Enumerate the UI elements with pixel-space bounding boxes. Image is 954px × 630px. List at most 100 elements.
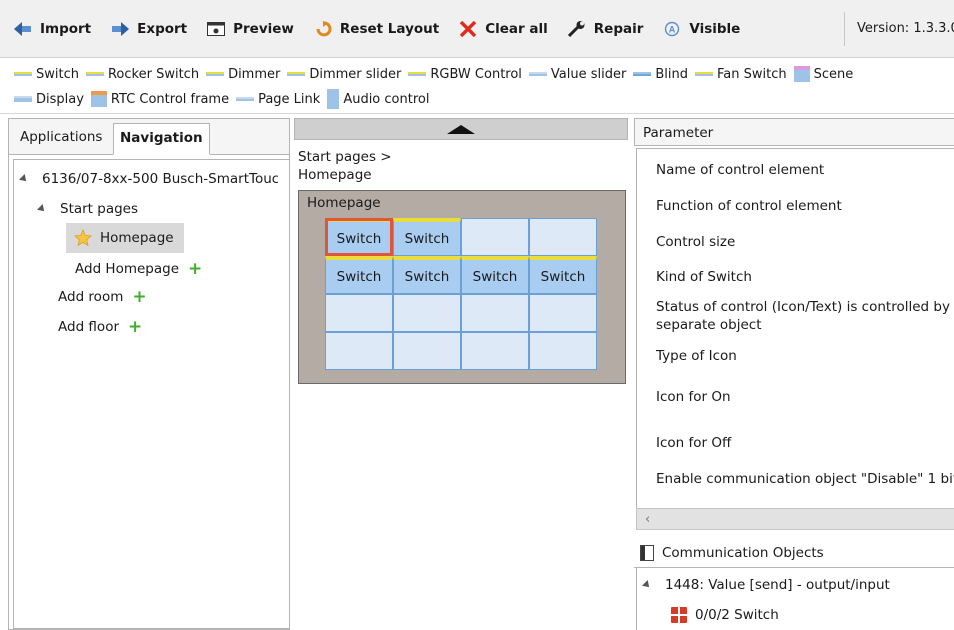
preview-button[interactable]: Preview bbox=[193, 18, 300, 40]
palette-item-rocker-switch[interactable]: Rocker Switch bbox=[85, 67, 199, 82]
palette-item-display[interactable]: Display bbox=[14, 92, 84, 107]
close-icon bbox=[459, 20, 477, 38]
navigation-tree: 6136/07-8xx-500 Busch-SmartTouch Start p… bbox=[13, 159, 289, 629]
blind-swatch-icon bbox=[633, 72, 652, 76]
export-icon bbox=[111, 21, 130, 37]
breadcrumb: Start pages > Homepage bbox=[298, 149, 392, 183]
expand-triangle-icon[interactable] bbox=[37, 204, 47, 214]
fan-swatch-icon bbox=[695, 72, 713, 76]
switch-tile[interactable]: Switch bbox=[461, 256, 529, 294]
import-icon bbox=[14, 21, 32, 37]
parameter-panel: Parameter Name of control element Functi… bbox=[634, 118, 954, 630]
empty-tile[interactable] bbox=[529, 294, 597, 332]
chevron-left-icon[interactable]: ‹ bbox=[645, 512, 650, 527]
tile-grid: Switch Switch Switch Switch Switch Switch bbox=[325, 218, 601, 370]
switch-swatch-icon bbox=[14, 72, 32, 76]
empty-tile[interactable] bbox=[393, 294, 461, 332]
scroll-up-bar[interactable] bbox=[294, 118, 628, 140]
panel-tabs: Applications Navigation bbox=[9, 119, 289, 155]
communication-objects-header: Communication Objects bbox=[634, 538, 954, 568]
empty-tile[interactable] bbox=[393, 332, 461, 370]
empty-tile[interactable] bbox=[325, 332, 393, 370]
empty-tile[interactable] bbox=[461, 332, 529, 370]
switch-tile[interactable]: Switch bbox=[325, 218, 393, 256]
switch-tile[interactable]: Switch bbox=[393, 256, 461, 294]
visible-icon: A bbox=[663, 21, 681, 37]
empty-tile[interactable] bbox=[461, 218, 529, 256]
expand-triangle-icon[interactable] bbox=[642, 580, 652, 590]
rocker-swatch-icon bbox=[85, 72, 104, 76]
import-button[interactable]: Import bbox=[0, 18, 97, 40]
display-swatch-icon bbox=[14, 96, 32, 102]
expand-triangle-icon[interactable] bbox=[19, 174, 29, 184]
empty-tile[interactable] bbox=[325, 294, 393, 332]
parameter-header: Parameter bbox=[634, 118, 954, 146]
toolbar-buttons: Import Export Preview Reset Layout Clear… bbox=[0, 18, 746, 40]
page-title: Homepage bbox=[307, 195, 381, 211]
main-toolbar: Import Export Preview Reset Layout Clear… bbox=[0, 0, 954, 58]
dimmer-swatch-icon bbox=[206, 72, 225, 76]
palette-item-audio-control[interactable]: Audio control bbox=[327, 89, 429, 109]
rtc-swatch-icon bbox=[90, 91, 107, 107]
version-label: Version: 1.3.3.0 bbox=[844, 12, 954, 46]
palette-row-1: Switch Rocker Switch Dimmer Dimmer slide… bbox=[14, 64, 860, 84]
wrench-icon bbox=[567, 21, 586, 38]
horizontal-scrollbar[interactable]: ‹ bbox=[636, 508, 954, 530]
chevron-up-icon[interactable] bbox=[447, 125, 475, 134]
param-function[interactable]: Function of control element bbox=[656, 197, 842, 215]
group-address-icon bbox=[671, 607, 687, 623]
visible-button[interactable]: A Visible bbox=[649, 18, 746, 40]
palette-item-dimmer-slider[interactable]: Dimmer slider bbox=[287, 67, 401, 82]
repair-button[interactable]: Repair bbox=[554, 18, 650, 40]
plus-icon[interactable]: + bbox=[128, 317, 142, 337]
palette-item-rgbw-control[interactable]: RGBW Control bbox=[408, 67, 522, 82]
reset-layout-button[interactable]: Reset Layout bbox=[300, 18, 445, 40]
param-kind-of-switch[interactable]: Kind of Switch bbox=[656, 268, 752, 286]
scene-swatch-icon bbox=[793, 66, 810, 82]
switch-tile[interactable]: Switch bbox=[325, 256, 393, 294]
comm-objects-icon bbox=[640, 544, 654, 561]
palette-item-scene[interactable]: Scene bbox=[793, 66, 853, 82]
add-floor-link[interactable]: Add floor + bbox=[58, 316, 142, 338]
palette-item-dimmer[interactable]: Dimmer bbox=[206, 67, 280, 82]
empty-tile[interactable] bbox=[529, 332, 597, 370]
homepage-frame: Homepage Switch Switch Switch Switch Switch S… bbox=[298, 190, 626, 384]
palette-item-rtc-control-frame[interactable]: RTC Control frame bbox=[90, 91, 229, 107]
plus-icon[interactable]: + bbox=[188, 259, 202, 279]
switch-tile[interactable]: Switch bbox=[393, 218, 461, 256]
tree-node-homepage[interactable]: Homepage bbox=[66, 223, 184, 253]
param-status-controlled-2: separate object bbox=[656, 317, 762, 333]
tree-node-device[interactable]: 6136/07-8xx-500 Busch-SmartTouch bbox=[19, 168, 278, 190]
clear-all-button[interactable]: Clear all bbox=[445, 18, 554, 40]
comm-object-row[interactable]: 1448: Value [send] - output/input bbox=[642, 574, 890, 596]
palette-item-value-slider[interactable]: Value slider bbox=[528, 67, 626, 82]
param-status-controlled[interactable]: Status of control (Icon/Text) is control… bbox=[656, 298, 950, 316]
empty-tile[interactable] bbox=[529, 218, 597, 256]
param-icon-off[interactable]: Icon for Off bbox=[656, 434, 731, 452]
control-palette: Switch Rocker Switch Dimmer Dimmer slide… bbox=[0, 58, 954, 114]
page-link-swatch-icon bbox=[236, 97, 255, 101]
palette-item-page-link[interactable]: Page Link bbox=[236, 92, 320, 107]
navigation-panel: Applications Navigation 6136/07-8xx-500 … bbox=[8, 118, 290, 630]
rgbw-swatch-icon bbox=[408, 72, 427, 76]
plus-icon[interactable]: + bbox=[132, 287, 146, 307]
empty-tile[interactable] bbox=[461, 294, 529, 332]
param-control-size[interactable]: Control size bbox=[656, 233, 735, 251]
add-homepage-link[interactable]: Add Homepage + bbox=[75, 258, 202, 280]
switch-tile[interactable]: Switch bbox=[529, 256, 597, 294]
svg-text:A: A bbox=[669, 25, 676, 35]
palette-item-fan-switch[interactable]: Fan Switch bbox=[695, 67, 787, 82]
reset-icon bbox=[314, 21, 332, 37]
tab-navigation[interactable]: Navigation bbox=[113, 123, 210, 155]
add-room-link[interactable]: Add room + bbox=[58, 286, 147, 308]
param-name[interactable]: Name of control element bbox=[656, 161, 824, 179]
export-button[interactable]: Export bbox=[97, 18, 193, 40]
tree-node-start-pages[interactable]: Start pages bbox=[37, 198, 138, 220]
tab-applications[interactable]: Applications bbox=[20, 129, 102, 145]
palette-item-switch[interactable]: Switch bbox=[14, 67, 79, 82]
param-enable-disable[interactable]: Enable communication object "Disable" 1 … bbox=[656, 470, 954, 488]
group-address-row[interactable]: 0/0/2 Switch bbox=[671, 604, 779, 626]
param-icon-on[interactable]: Icon for On bbox=[656, 388, 731, 406]
param-type-of-icon[interactable]: Type of Icon bbox=[656, 347, 737, 365]
palette-item-blind[interactable]: Blind bbox=[633, 67, 688, 82]
